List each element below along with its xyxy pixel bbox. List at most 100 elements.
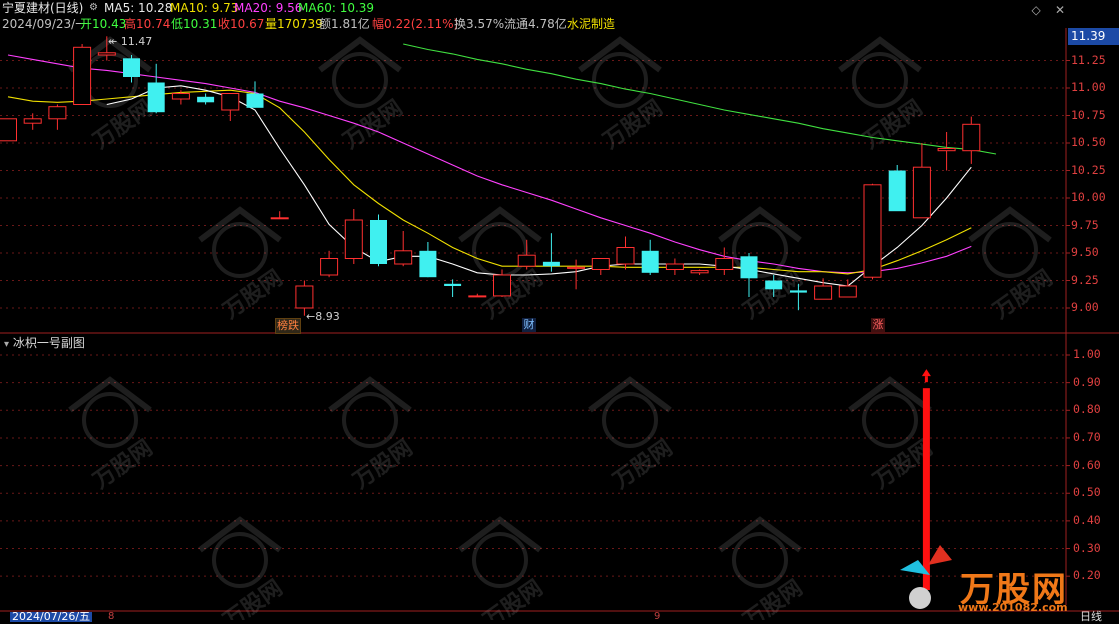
candle-body (740, 256, 758, 279)
sub-tick-label: 0.90 (1073, 374, 1101, 389)
candle-body (888, 170, 906, 212)
candle-body (246, 93, 264, 108)
candle (690, 269, 709, 275)
candle (567, 259, 586, 290)
candle-body (468, 295, 487, 298)
low-value: 8.93 (315, 310, 340, 323)
candle-body (937, 148, 956, 152)
watermark-logo: 万股网 (578, 36, 667, 155)
watermark-logo: 万股网 (198, 516, 287, 620)
watermark-logo: 万股网 (328, 376, 417, 495)
candle (73, 44, 92, 105)
price-tick-label: 10.25 (1071, 162, 1106, 177)
watermark-logo: 万股网 (458, 516, 547, 620)
candle-body (23, 118, 42, 124)
price-tick-label: 11.25 (1071, 52, 1106, 67)
chevron-down-icon[interactable]: ▾ (4, 339, 9, 350)
candle (912, 143, 931, 219)
candle-body (493, 274, 511, 297)
watermark-coin-icon (342, 392, 398, 448)
candle (419, 242, 437, 278)
cursor-date-label: 2024/07/26/五 (10, 612, 93, 622)
candle (863, 183, 882, 280)
sub-tick-label: 0.20 (1073, 568, 1101, 583)
candle-body (542, 261, 560, 267)
high-price-label: ↞ 11.47 (108, 35, 153, 48)
brand-arrow-up-icon (928, 545, 952, 565)
watermark-logo: 万股网 (838, 36, 927, 155)
watermark-coin-icon (472, 532, 528, 588)
candle-body (912, 166, 931, 219)
candle-body (690, 270, 709, 274)
candle-body (567, 266, 586, 269)
candle (270, 211, 289, 220)
brand-coin-icon (909, 587, 931, 609)
price-tick-label: 9.25 (1071, 272, 1099, 287)
price-tick-label: 10.00 (1071, 190, 1106, 204)
watermark-logo: 万股网 (458, 206, 547, 325)
candle (444, 279, 462, 297)
candle (197, 93, 215, 105)
period-label[interactable]: 日线 (1080, 608, 1102, 624)
watermark-logo: 万股网 (588, 376, 677, 495)
candle-body (444, 283, 462, 286)
watermark-logo: 万股网 (718, 516, 807, 620)
candle-body (197, 96, 215, 103)
candle (320, 250, 339, 278)
watermark-coin-icon (852, 52, 908, 108)
sub-tick-label: 0.80 (1073, 402, 1101, 417)
sub-tick-label: 0.30 (1073, 540, 1101, 555)
candle-body (295, 285, 314, 309)
candle-body (814, 285, 833, 300)
candle-body (765, 280, 783, 290)
watermark-url: www.201082.com (958, 601, 1068, 614)
candle (937, 132, 956, 171)
candle-body (147, 82, 165, 113)
high-value: 11.47 (120, 35, 153, 48)
low-price-label: ←8.93 (306, 310, 340, 323)
price-tick-label: 10.75 (1071, 107, 1106, 122)
watermark-coin-icon (332, 52, 388, 108)
month-tick-8: 8 (108, 611, 115, 622)
watermark-coin-icon (472, 222, 528, 278)
candle-body (171, 93, 190, 100)
watermark-coin-icon (212, 222, 268, 278)
candle (962, 116, 981, 164)
candle-body (123, 58, 140, 77)
watermark-logo: 万股网 (968, 206, 1057, 325)
candle-body (863, 184, 882, 278)
price-tick-label: 10.50 (1071, 135, 1106, 149)
watermark-logo: 万股网 (198, 206, 287, 325)
price-tick-label: 9.50 (1071, 245, 1099, 259)
signal-bar (922, 388, 930, 590)
event-marker-finance[interactable]: 财 (522, 318, 536, 332)
candle-body (270, 217, 289, 220)
candle-body (591, 258, 610, 270)
candle (246, 81, 264, 108)
sub-tick-label: 0.50 (1073, 485, 1101, 500)
candle-body (370, 220, 387, 264)
candle (542, 233, 560, 272)
current-price-badge: 11.39 (1068, 28, 1119, 45)
sub-panel-title[interactable]: ▾ 冰枳一号副图 (4, 334, 85, 351)
candle (740, 253, 758, 297)
candle (715, 247, 734, 275)
price-tick-label: 9.75 (1071, 217, 1099, 232)
candle-body (48, 106, 67, 120)
signal-arrow-stem (924, 376, 928, 383)
kline-chart[interactable]: 万股网 万股网 万股网 万股网万股网 万股网 万股网 万股网万股网 万股网 万股网 万股网万股网万… (0, 0, 1119, 620)
event-marker-limit-up[interactable]: 涨 (871, 318, 885, 332)
event-marker-rank-drop[interactable]: 榜跌 (275, 318, 301, 334)
watermark-logo: 万股网 (68, 376, 157, 495)
sub-tick-label: 0.60 (1073, 457, 1101, 472)
candle (370, 214, 387, 267)
candle (0, 118, 17, 142)
candle-body (221, 93, 240, 111)
candle-body (789, 290, 807, 293)
candle (468, 293, 487, 298)
candle-body (838, 285, 857, 298)
candle (48, 104, 67, 130)
watermark-coin-icon (982, 222, 1038, 278)
sub-tick-label: 0.40 (1073, 512, 1101, 527)
candle-body (73, 46, 92, 105)
